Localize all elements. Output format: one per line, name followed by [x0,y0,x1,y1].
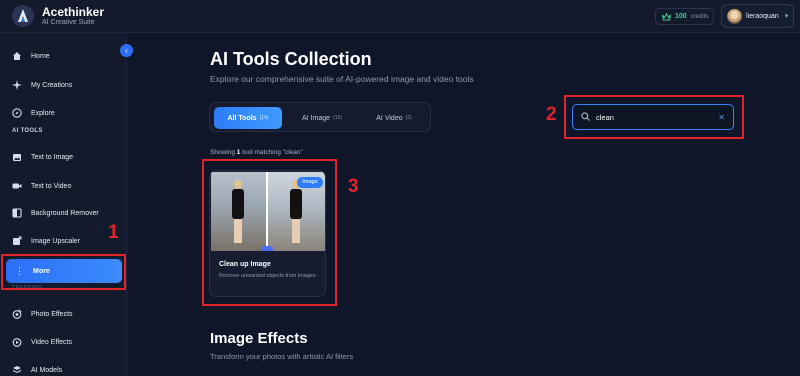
annotation-box-more [1,254,126,290]
tab-count: (12) [333,115,342,121]
sidebar-item-label: My Creations [31,81,73,89]
sidebar-item-label: AI Models [31,366,63,374]
results-count: Showing 1 tool matching "clean" [210,149,303,156]
video-effects-icon [12,337,22,347]
sidebar-item-image-upscaler[interactable]: Image Upscaler [12,233,80,249]
crown-icon [662,8,671,26]
tab-count: (14) [259,115,269,121]
top-bar: Acethinker AI Creative Suite 100 credits… [0,0,800,33]
sidebar-item-label: Text to Image [31,153,74,161]
sparkle-icon [12,80,22,90]
tab-label: AI Image [302,114,331,122]
user-menu[interactable]: lieraoquan ▾ [721,4,794,28]
sidebar-item-label: Home [31,52,50,60]
sidebar-item-video-effects[interactable]: Video Effects [12,334,72,350]
avatar [727,8,742,24]
tab-count: (2) [405,115,412,121]
results-prefix: Showing [210,149,235,156]
sidebar-section-label: AI TOOLS [12,128,43,134]
compass-icon [12,108,22,118]
sidebar-item-label: Video Effects [31,338,72,346]
section-title: Image Effects [210,330,308,347]
sidebar-item-home[interactable]: Home [12,48,50,64]
sidebar-item-photo-effects[interactable]: Photo Effects [12,306,73,322]
home-icon [12,51,22,61]
sidebar-item-label: Text to Video [31,182,72,190]
user-name: lieraoquan [746,12,779,20]
image-edit-icon [12,152,22,162]
tab-all-tools[interactable]: All Tools (14) [214,107,282,129]
annotation-box-card [202,159,337,306]
annotation-label-3: 3 [348,176,359,197]
sidebar-item-label: Background Remover [31,209,99,217]
app-name: Acethinker [42,5,105,19]
results-number: 1 [236,149,241,156]
collapse-sidebar-button[interactable]: ‹ [120,44,133,57]
sidebar-item-my-creations[interactable]: My Creations [12,77,72,93]
credits-label: credits [690,13,709,20]
photo-effects-icon [12,309,22,319]
bg-remove-icon [12,208,22,218]
annotation-box-search [564,95,744,139]
sidebar-item-label: Photo Effects [31,310,73,318]
app-subtitle: AI Creative Suite [42,19,95,26]
sidebar-item-label: Explore [31,109,55,117]
credits-value: 100 [675,13,687,20]
tab-ai-image[interactable]: AI Image (12) [288,107,356,129]
results-suffix: tool matching "clean" [242,149,303,156]
sidebar-item-label: Image Upscaler [31,237,81,245]
page-title: AI Tools Collection [210,49,372,69]
video-icon [12,181,22,191]
section-subtitle: Transform your photos with artistic AI f… [210,352,354,361]
category-tabs: All Tools (14) AI Image (12) AI Video (2… [209,102,431,132]
tab-label: All Tools [227,114,257,122]
tab-ai-video[interactable]: AI Video (2) [360,107,428,129]
credits-badge[interactable]: 100 credits [655,8,714,25]
annotation-label-1: 1 [108,222,119,243]
tab-label: AI Video [376,114,403,122]
sidebar-item-explore[interactable]: Explore [12,105,55,121]
upscale-icon [12,236,22,246]
sidebar-item-text-to-video[interactable]: Text to Video [12,178,71,194]
page-subtitle: Explore our comprehensive suite of AI-po… [210,74,474,84]
sidebar-item-ai-models[interactable]: AI Models [12,362,62,376]
sidebar-item-text-to-image[interactable]: Text to Image [12,149,73,165]
annotation-label-2: 2 [546,104,557,125]
models-icon [12,365,22,375]
chevron-down-icon: ▾ [784,13,789,20]
sidebar-item-background-remover[interactable]: Background Remover [12,205,99,221]
app-logo-icon[interactable] [12,5,34,27]
